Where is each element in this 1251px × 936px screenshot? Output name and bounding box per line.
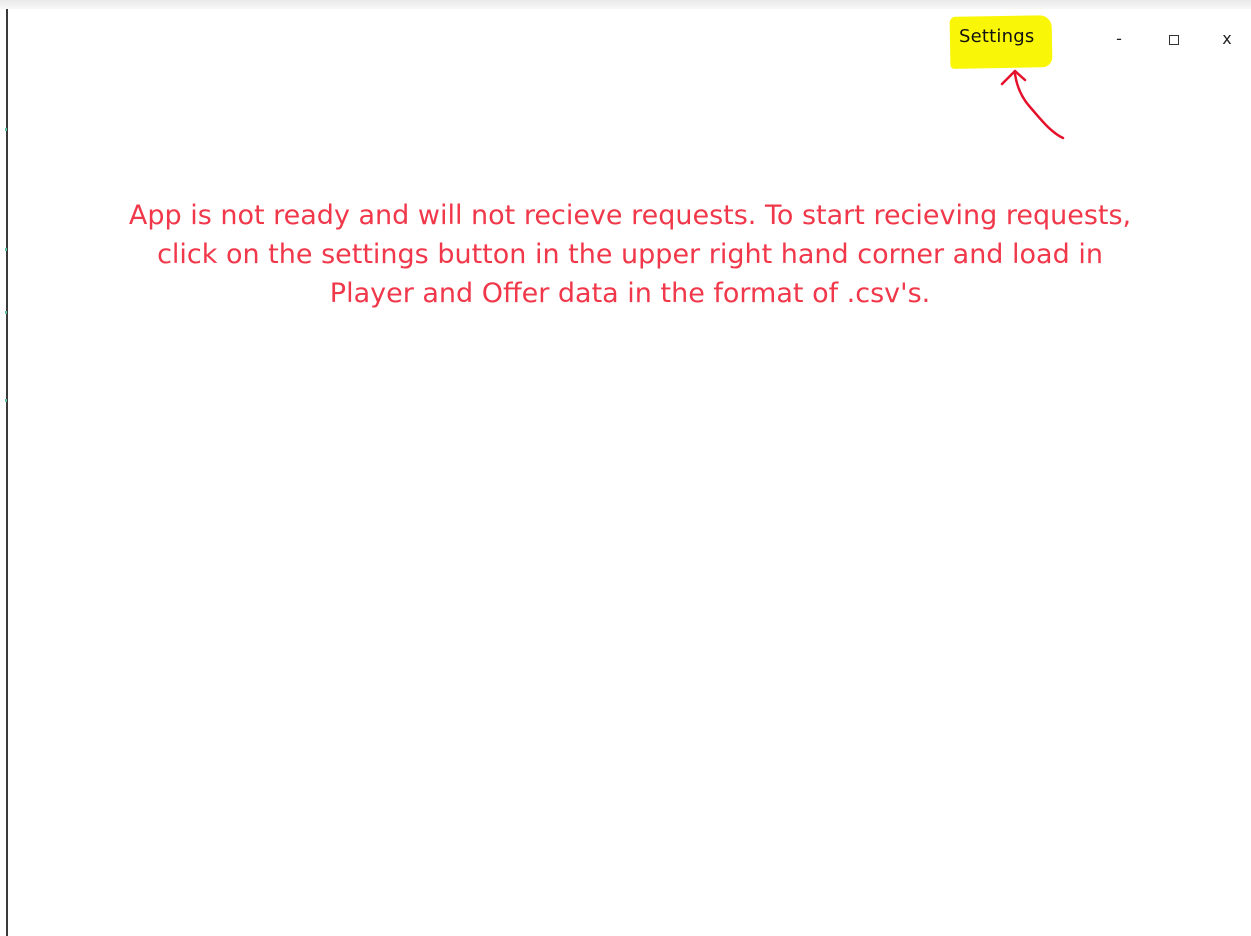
window-top-edge — [0, 0, 1251, 9]
close-button[interactable]: x — [1212, 24, 1242, 54]
maximize-icon — [1169, 34, 1179, 45]
status-message: App is not ready and will not recieve re… — [128, 200, 1132, 309]
annotation-arrow-icon — [1000, 69, 1065, 140]
minimize-button[interactable]: - — [1104, 24, 1134, 54]
app-window: Settings - x App is not ready and will n… — [0, 0, 1251, 936]
settings-button[interactable]: Settings — [959, 25, 1034, 49]
window-left-border — [6, 9, 8, 936]
close-icon: x — [1222, 29, 1232, 48]
minimize-icon: - — [1116, 29, 1122, 48]
title-bar — [8, 9, 1251, 69]
maximize-button[interactable] — [1159, 24, 1189, 54]
